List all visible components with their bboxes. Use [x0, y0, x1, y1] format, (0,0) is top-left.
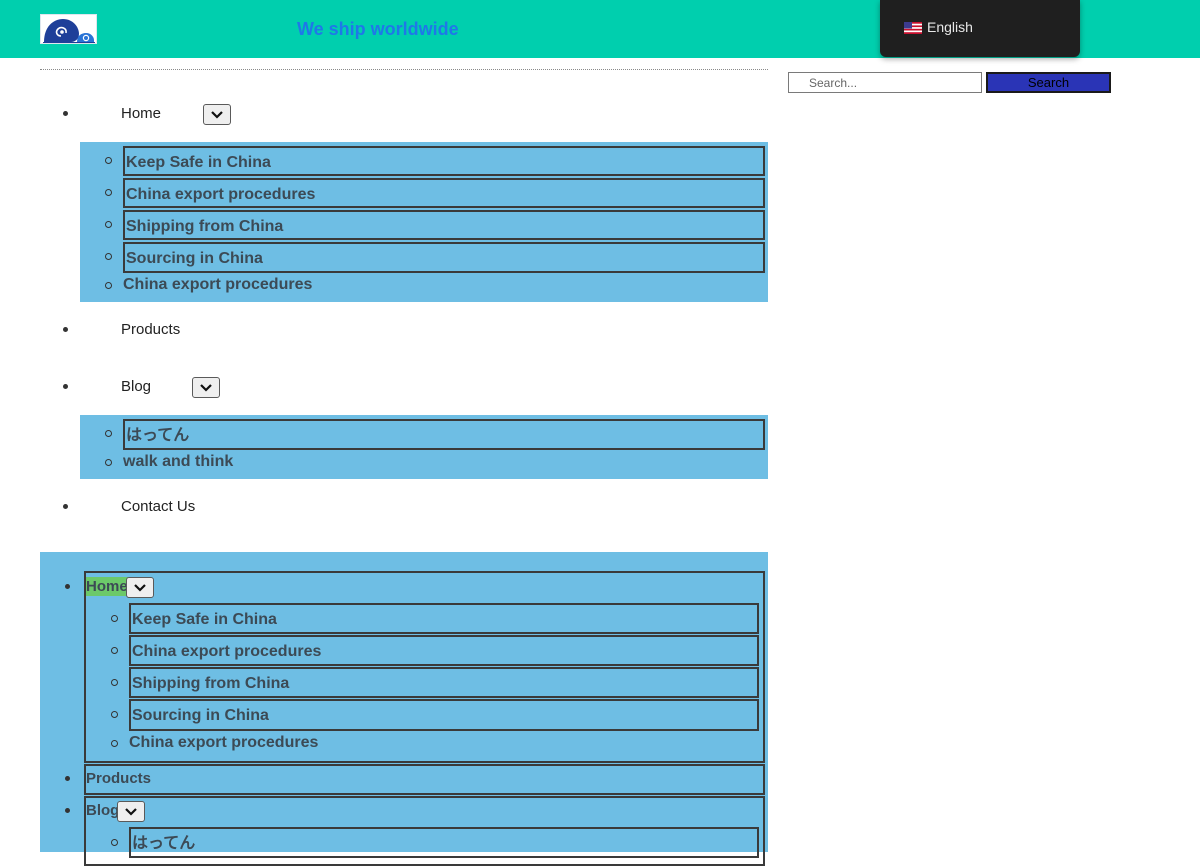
circle-bullet-icon	[111, 839, 118, 846]
circle-bullet-icon	[111, 679, 118, 686]
circle-bullet-icon	[105, 282, 112, 289]
chevron-down-icon	[211, 110, 223, 119]
search-button[interactable]: Search	[986, 72, 1111, 93]
submenu-item-export-procedures-2[interactable]: China export procedures	[123, 276, 312, 294]
circle-bullet-icon	[111, 740, 118, 747]
circle-bullet-icon	[105, 459, 112, 466]
top-header-bar: We ship worldwide English	[0, 0, 1200, 58]
mobile-submenu-item-shipping[interactable]: Shipping from China	[129, 667, 759, 698]
menu-item-products[interactable]: Products	[121, 321, 180, 338]
submenu-item-hatten[interactable]: はってん	[123, 419, 765, 450]
mobile-menu-item-home[interactable]: Home	[86, 577, 128, 596]
us-flag-icon	[904, 22, 922, 34]
circle-bullet-icon	[105, 430, 112, 437]
circle-bullet-icon	[111, 711, 118, 718]
shipping-tagline: We ship worldwide	[297, 19, 459, 39]
language-switcher[interactable]: English	[880, 0, 1080, 57]
chevron-down-icon	[134, 583, 146, 592]
menu-item-contact[interactable]: Contact Us	[121, 498, 195, 515]
mobile-submenu-item-export-procedures[interactable]: China export procedures	[129, 635, 759, 666]
chevron-down-icon	[125, 807, 137, 816]
language-label: English	[927, 19, 973, 35]
submenu-item-walk-and-think[interactable]: walk and think	[123, 453, 233, 471]
home-dropdown-toggle[interactable]	[203, 104, 231, 125]
snail-logo-icon	[43, 19, 95, 43]
search-button-label: Search	[1027, 75, 1070, 90]
mobile-home-dropdown-toggle[interactable]	[126, 577, 154, 598]
menu-item-blog[interactable]: Blog	[121, 378, 151, 395]
circle-bullet-icon	[105, 221, 112, 228]
bullet-icon	[65, 584, 70, 589]
circle-bullet-icon	[105, 157, 112, 164]
submenu-item-export-procedures[interactable]: China export procedures	[123, 178, 765, 208]
menu-item-home[interactable]: Home	[121, 105, 161, 122]
chevron-down-icon	[200, 383, 212, 392]
blog-dropdown-toggle[interactable]	[192, 377, 220, 398]
mobile-menu-item-products[interactable]: Products	[86, 770, 151, 787]
submenu-item-shipping[interactable]: Shipping from China	[123, 210, 765, 240]
bullet-icon	[63, 111, 68, 116]
submenu-item-sourcing[interactable]: Sourcing in China	[123, 242, 765, 273]
bullet-icon	[63, 504, 68, 509]
mobile-submenu-item-sourcing[interactable]: Sourcing in China	[129, 699, 759, 731]
mobile-submenu-item-hatten[interactable]: はってん	[129, 827, 759, 858]
bullet-icon	[65, 808, 70, 813]
bullet-icon	[63, 384, 68, 389]
site-logo[interactable]	[40, 14, 97, 44]
mobile-submenu-item-keep-safe[interactable]: Keep Safe in China	[129, 603, 759, 634]
circle-bullet-icon	[111, 647, 118, 654]
bullet-icon	[63, 327, 68, 332]
circle-bullet-icon	[111, 615, 118, 622]
bullet-icon	[65, 776, 70, 781]
mobile-menu-item-blog[interactable]: Blog	[86, 802, 119, 819]
mobile-submenu-item-export-procedures-2[interactable]: China export procedures	[129, 734, 318, 752]
circle-bullet-icon	[105, 189, 112, 196]
submenu-item-keep-safe[interactable]: Keep Safe in China	[123, 146, 765, 176]
search-input[interactable]	[788, 72, 982, 93]
mobile-blog-dropdown-toggle[interactable]	[117, 801, 145, 822]
header-divider	[40, 69, 768, 70]
circle-bullet-icon	[105, 253, 112, 260]
mobile-products-box	[84, 764, 765, 795]
